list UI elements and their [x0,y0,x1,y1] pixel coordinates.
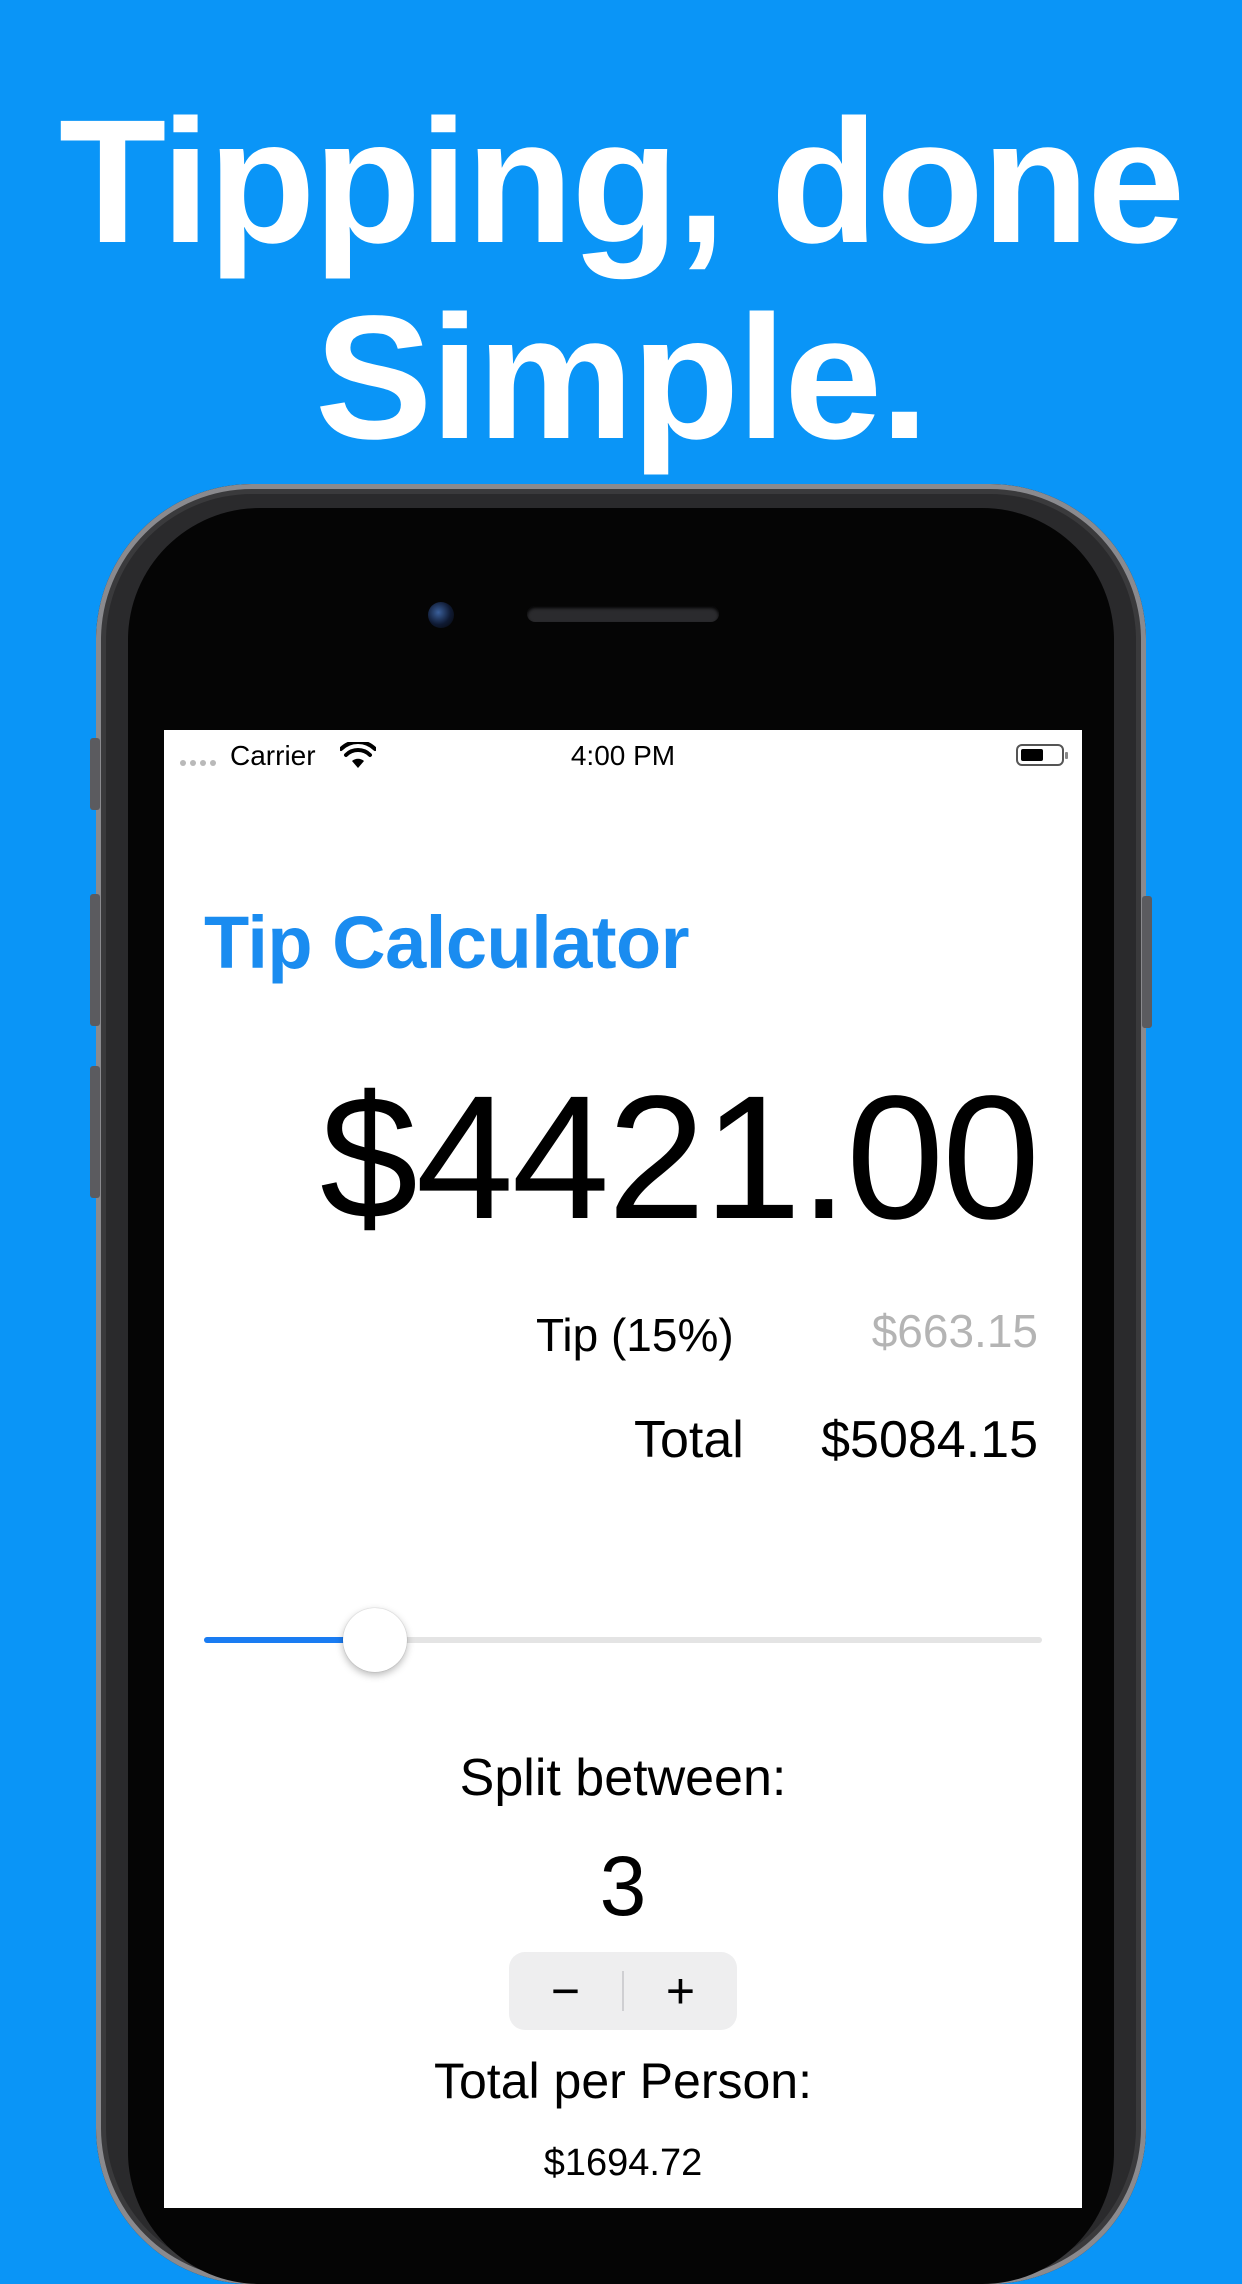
total-label: Total [634,1411,744,1469]
total-value: $5084.15 [821,1411,1038,1469]
headline: Tipping, done Simple. [0,84,1242,476]
phone-screen: Carrier 4:00 PM Tip Calculator $4421.00 … [164,730,1082,2208]
volume-up-button [90,894,100,1026]
slider-thumb[interactable] [343,1608,408,1672]
minus-icon: − [550,1963,581,2019]
tip-value: $663.15 [871,1305,1038,1357]
split-count: 3 [599,1839,647,1933]
split-label: Split between: [459,1749,787,1807]
tip-percentage-slider[interactable] [204,1600,1042,1680]
status-bar: Carrier 4:00 PM [164,730,1082,778]
per-person-value: $1694.72 [543,2142,703,2184]
earpiece-speaker [527,606,719,622]
plus-icon: + [665,1963,696,2019]
split-stepper[interactable]: − + [509,1952,737,2030]
status-time: 4:00 PM [570,740,676,771]
per-person-label: Total per Person: [434,2053,812,2109]
power-button [1142,896,1152,1028]
headline-line-2: Simple. [315,280,929,476]
increment-button[interactable]: + [624,1952,737,2030]
bill-amount-field[interactable]: $4421.00 [320,1070,1040,1246]
battery-icon [1016,744,1068,766]
mute-switch [90,738,100,810]
front-camera [428,602,454,628]
tip-label: Tip (15%) [536,1309,734,1361]
decrement-button[interactable]: − [509,1952,622,2030]
volume-down-button [90,1066,100,1198]
headline-line-1: Tipping, done [58,84,1185,280]
app-title: Tip Calculator [204,901,690,984]
